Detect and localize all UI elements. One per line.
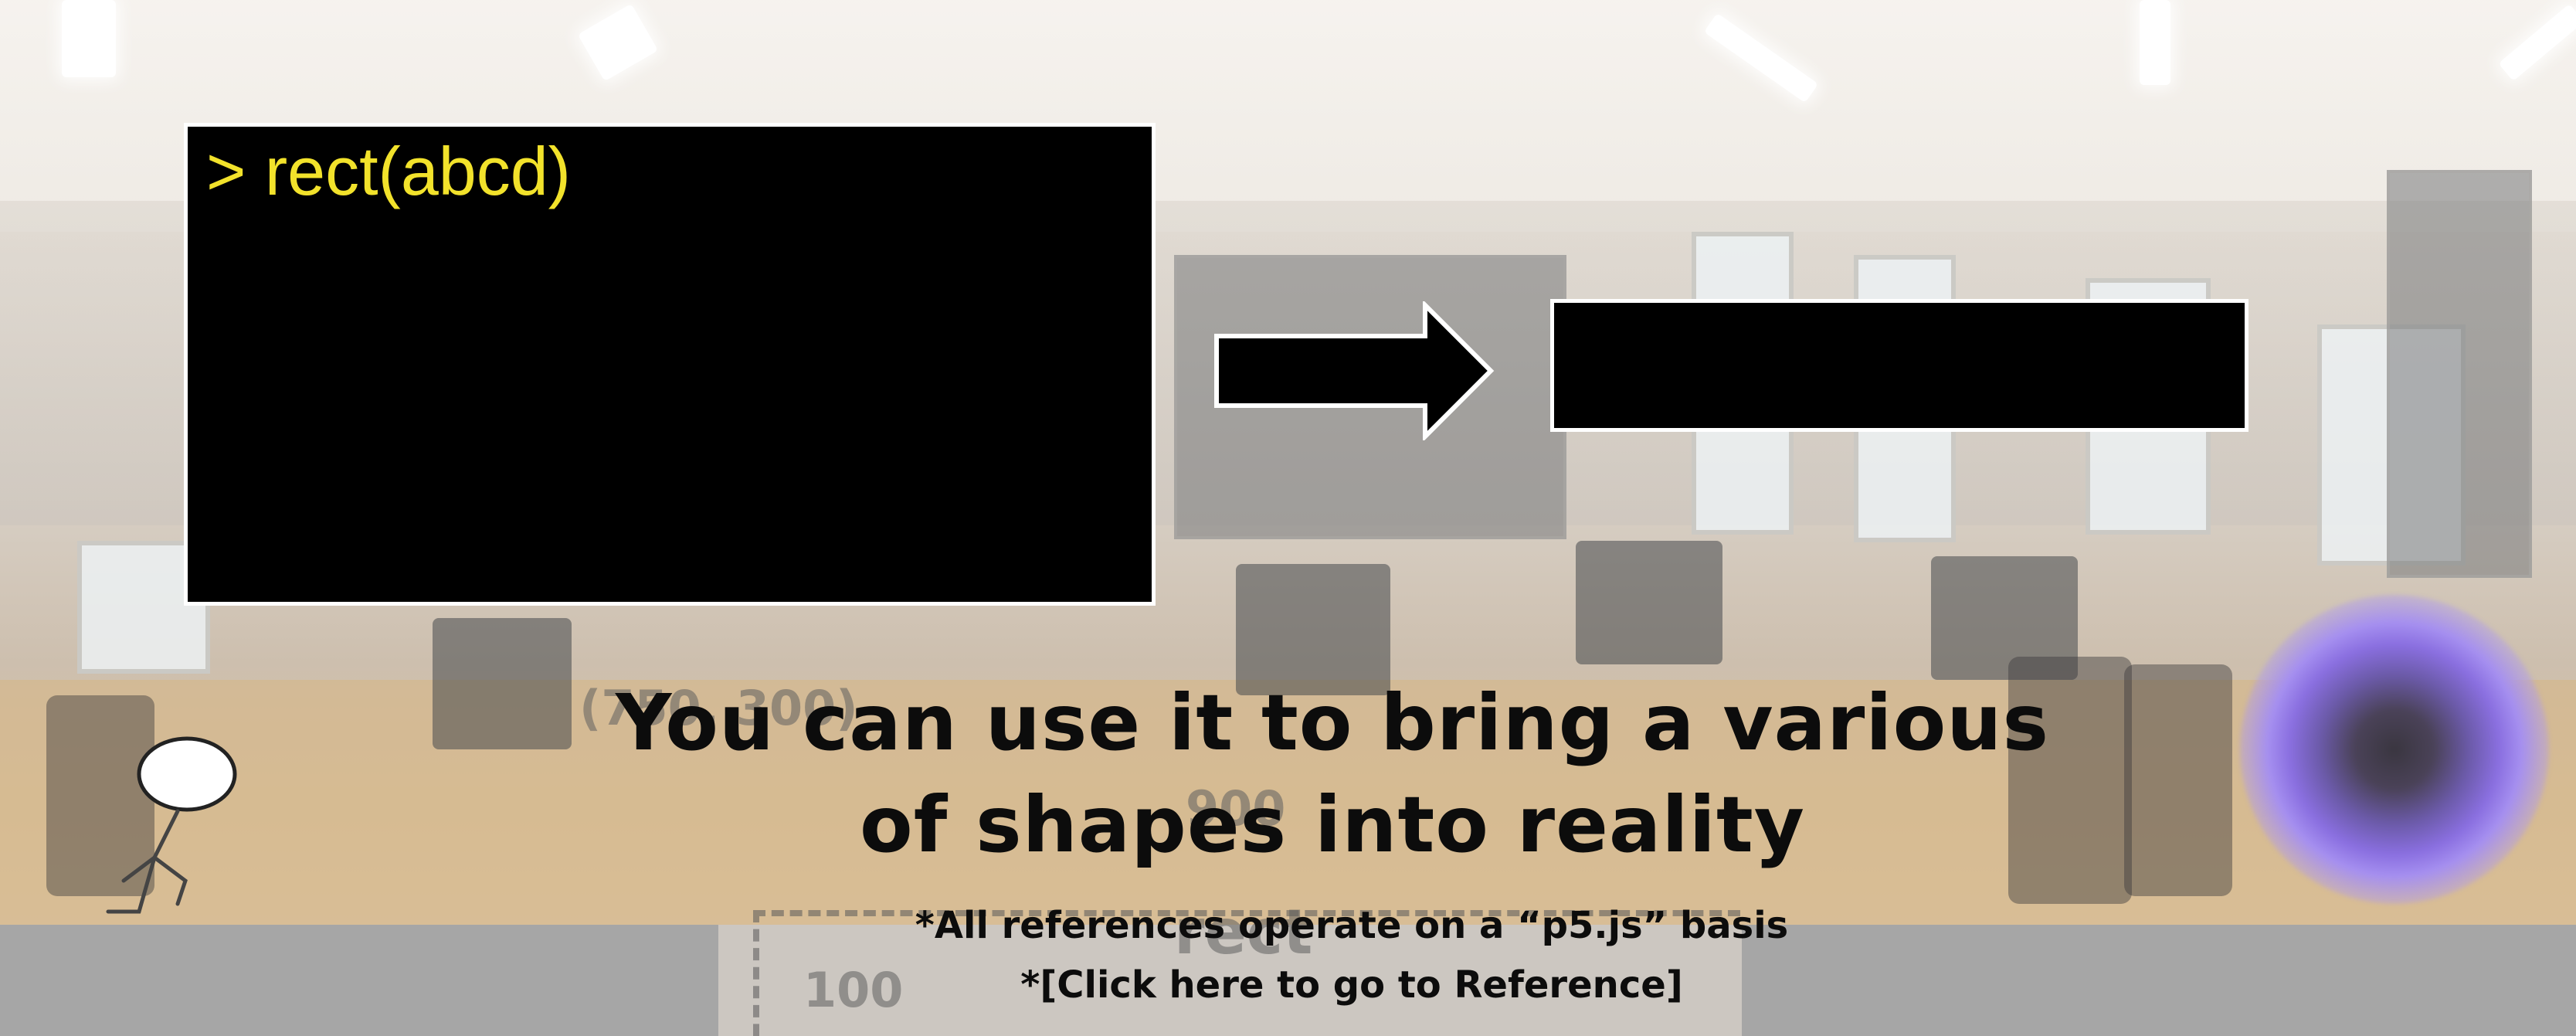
ceiling-light	[62, 0, 116, 77]
portal-icon	[2240, 595, 2549, 904]
caption-line-2: of shapes into reality	[860, 780, 1805, 870]
blackboard	[2387, 170, 2532, 578]
caption-line-1: You can use it to bring a various	[616, 678, 2049, 768]
basis-note: *All references operate on a “p5.js” bas…	[915, 904, 1789, 947]
reference-link[interactable]: *[Click here to go to Reference]	[695, 962, 2008, 1008]
monitor	[1576, 541, 1722, 664]
right-arrow-icon	[1214, 301, 1495, 440]
chair	[2124, 664, 2232, 896]
game-scene: (750, 300) 900 100 rect > rect(abcd) You…	[0, 0, 2576, 1036]
stick-figure-icon	[106, 736, 237, 914]
code-terminal: > rect(abcd)	[184, 123, 1156, 606]
dialog-caption: You can use it to bring a various of sha…	[541, 672, 2124, 876]
ceiling-light	[2140, 0, 2170, 85]
terminal-command: > rect(abcd)	[206, 133, 571, 209]
rendered-rectangle	[1550, 299, 2248, 432]
